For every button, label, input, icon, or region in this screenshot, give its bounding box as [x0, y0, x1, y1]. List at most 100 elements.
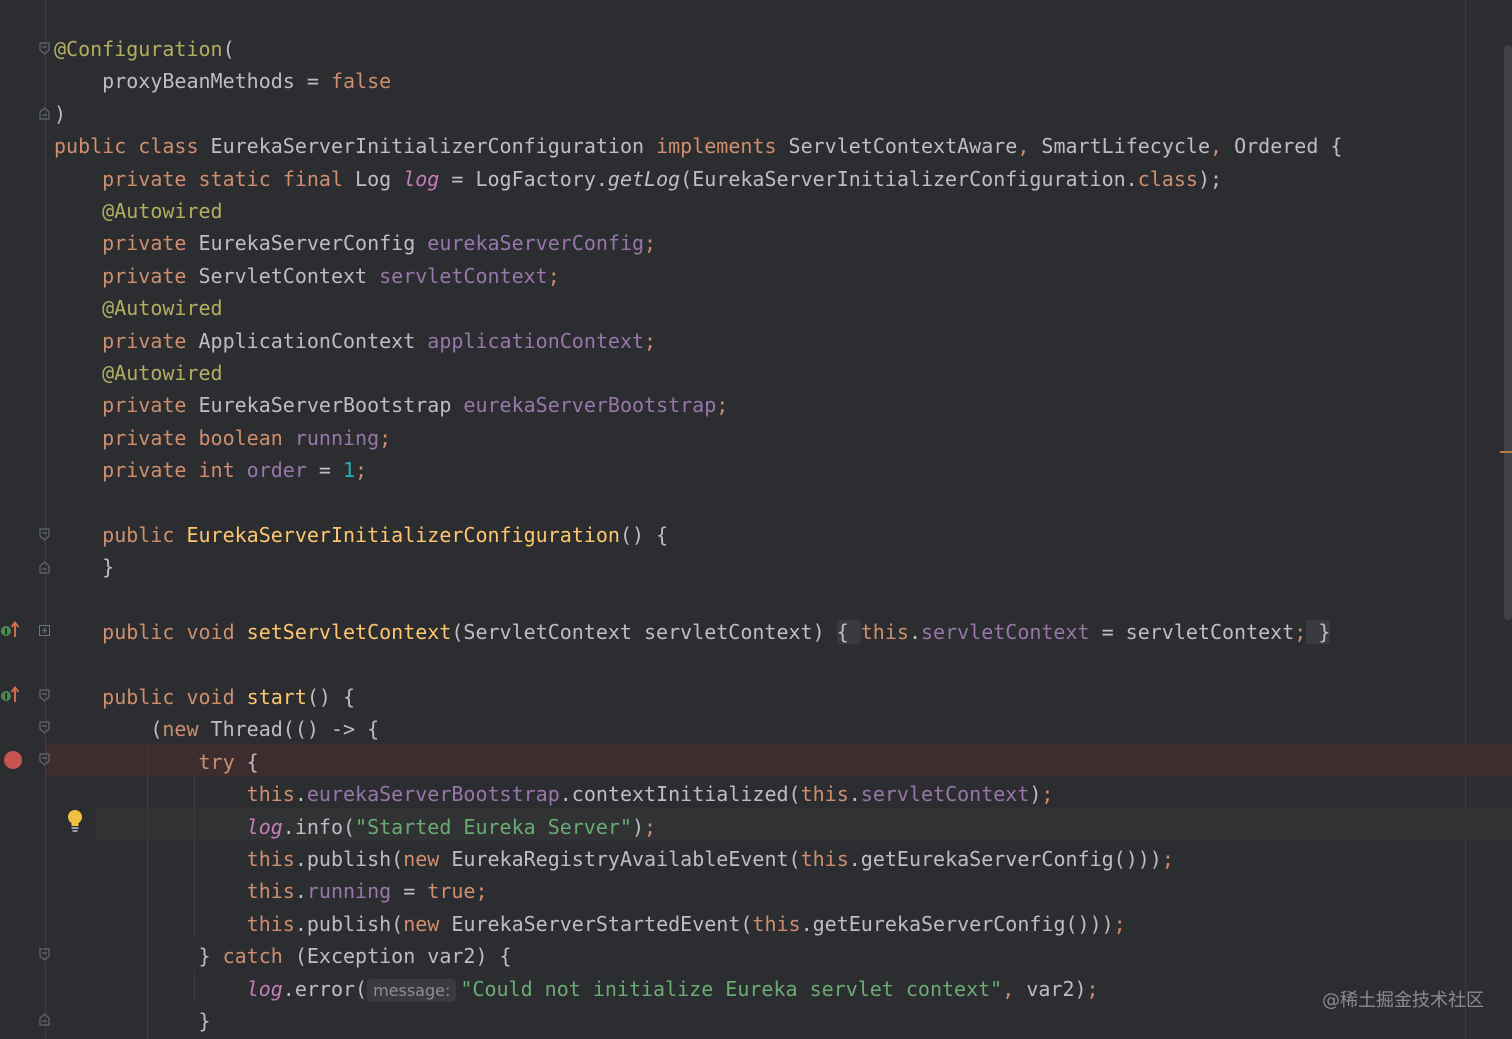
code-line[interactable]: public EurekaServerInitializerConfigurat…	[54, 519, 668, 551]
code-token: eurekaServerBootstrap	[463, 393, 717, 418]
code-line[interactable]: private EurekaServerConfig eurekaServerC…	[54, 227, 656, 259]
code-token: .	[908, 620, 921, 645]
code-line[interactable]: private EurekaServerBootstrap eurekaServ…	[54, 389, 728, 421]
code-line[interactable]: private boolean running;	[54, 422, 391, 454]
code-line[interactable]: private int order = 1;	[54, 454, 367, 486]
code-token: catch	[222, 944, 295, 969]
code-token: "Started Eureka Server"	[355, 814, 632, 839]
code-token: ;	[1086, 976, 1099, 1001]
code-token: "Could not initialize Eureka servlet con…	[460, 976, 1003, 1001]
code-token: servletContext	[860, 782, 1030, 807]
code-token: this	[54, 879, 295, 904]
code-token: (EurekaServerInitializerConfiguration.	[680, 166, 1138, 191]
folded-body-brace[interactable]: {	[836, 620, 861, 645]
code-line[interactable]: public void start() {	[54, 681, 355, 713]
code-line[interactable]: proxyBeanMethods = false	[54, 65, 391, 97]
fold-start-icon[interactable]	[39, 528, 50, 542]
override-up-arrow-icon[interactable]: I	[0, 620, 22, 640]
code-token: public void	[54, 620, 247, 645]
code-token: .error(	[282, 976, 368, 1001]
code-token: =	[391, 879, 428, 904]
code-line[interactable]: } catch (Exception var2) {	[54, 940, 512, 972]
svg-text:I: I	[4, 693, 7, 703]
code-token: private	[54, 231, 199, 256]
code-line[interactable]: log.info("Started Eureka Server");	[54, 811, 656, 843]
fold-start-icon[interactable]	[39, 753, 50, 767]
lightbulb-icon[interactable]	[66, 809, 84, 833]
code-token: private static final	[54, 166, 356, 191]
code-line[interactable]: try {	[54, 746, 258, 778]
fold-expand-icon[interactable]	[39, 624, 50, 638]
code-line[interactable]: @Autowired	[54, 195, 222, 227]
code-line[interactable]: }	[54, 551, 114, 583]
code-token: =	[306, 458, 343, 483]
code-token: = LogFactory.	[439, 166, 608, 191]
fold-start-icon[interactable]	[39, 42, 50, 56]
code-token: EurekaServerInitializerConfiguration	[186, 523, 620, 547]
fold-end-icon[interactable]	[39, 560, 50, 574]
scrollbar-thumb[interactable]	[1504, 45, 1512, 620]
code-line[interactable]: (new Thread(() -> {	[54, 713, 379, 745]
code-line[interactable]: public class EurekaServerInitializerConf…	[54, 130, 1342, 162]
svg-text:I: I	[4, 628, 7, 638]
code-token: public void	[54, 685, 247, 709]
code-token: EurekaRegistryAvailableEvent(	[451, 847, 801, 871]
code-token: .publish(	[294, 911, 404, 936]
code-token: EurekaServerInitializerConfiguration	[210, 134, 657, 159]
fold-start-icon[interactable]	[39, 948, 50, 962]
breakpoint-icon[interactable]	[4, 751, 22, 769]
code-line[interactable]: @Configuration(	[54, 33, 235, 65]
code-line[interactable]: this.running = true;	[54, 875, 488, 907]
code-token: log	[246, 814, 283, 839]
breakpoint-line-highlight	[46, 744, 1512, 776]
code-line[interactable]: public void setServletContext(ServletCon…	[54, 616, 1331, 648]
fold-start-icon[interactable]	[39, 721, 50, 735]
code-token: order	[246, 458, 307, 483]
editor-gutter[interactable]	[0, 0, 46, 1039]
code-token: );	[1197, 166, 1223, 191]
code-token: .getEurekaServerConfig()))	[848, 847, 1162, 871]
error-stripe-marker[interactable]	[1500, 451, 1512, 453]
code-token: true;	[427, 879, 488, 904]
code-line[interactable]: this.publish(new EurekaRegistryAvailable…	[54, 843, 1174, 875]
folded-body-brace[interactable]: }	[1306, 620, 1331, 645]
fold-end-icon[interactable]	[39, 1012, 50, 1026]
code-token: (ServletContext servletContext)	[451, 620, 837, 645]
override-up-arrow-icon[interactable]: I	[0, 685, 22, 705]
code-line[interactable]: private ApplicationContext applicationCo…	[54, 325, 656, 357]
code-token: try	[54, 749, 247, 774]
fold-end-icon[interactable]	[39, 106, 50, 120]
code-token: (Exception var2) {	[294, 944, 512, 969]
code-token: }	[54, 944, 223, 969]
code-line[interactable]: }	[54, 1005, 210, 1037]
code-token: ServletContextAware	[788, 134, 1018, 159]
code-token: proxyBeanMethods =	[54, 69, 331, 94]
code-token: public class	[54, 134, 211, 159]
code-token: ServletContext	[198, 263, 380, 288]
code-token: running	[306, 879, 392, 904]
fold-start-icon[interactable]	[39, 689, 50, 703]
code-token: 1	[343, 458, 356, 483]
code-line[interactable]: private static final Log log = LogFactor…	[54, 163, 1222, 195]
code-token: ;	[1161, 847, 1174, 871]
code-line[interactable]: @Autowired	[54, 292, 222, 324]
parameter-hint: message:	[367, 978, 457, 1002]
code-line[interactable]: log.error(message: "Could not initialize …	[54, 973, 1099, 1005]
code-token: setServletContext	[246, 620, 452, 645]
code-token: getLog	[607, 166, 681, 191]
code-token: this	[752, 911, 801, 936]
code-line[interactable]: )	[54, 98, 66, 130]
code-line[interactable]: @Autowired	[54, 357, 222, 389]
code-token: implements	[656, 134, 789, 159]
code-token: ,	[1209, 134, 1235, 159]
code-token: .	[848, 782, 861, 807]
code-token: Log	[355, 166, 404, 191]
code-token: var2)	[1026, 976, 1087, 1001]
code-line[interactable]: private ServletContext servletContext;	[54, 260, 560, 292]
code-token: new	[403, 847, 452, 871]
code-editor[interactable]: @Configuration( proxyBeanMethods = false…	[0, 0, 1512, 1039]
code-token: private	[54, 263, 199, 288]
code-line[interactable]: this.eurekaServerBootstrap.contextInitia…	[54, 778, 1054, 810]
code-line[interactable]: this.publish(new EurekaServerStartedEven…	[54, 908, 1126, 940]
